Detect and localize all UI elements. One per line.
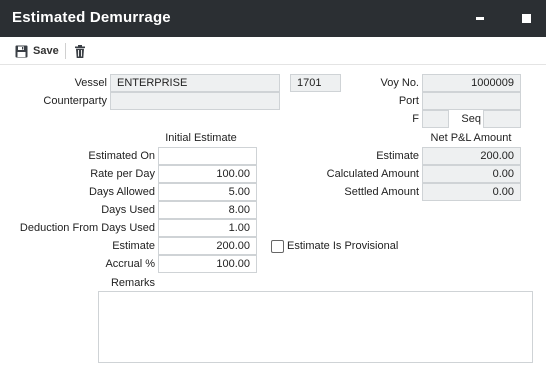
calculated-amount-label: Calculated Amount (326, 168, 419, 180)
toolbar: Save (0, 37, 546, 65)
window-title: Estimated Demurrage (12, 9, 171, 26)
deduction-label: Deduction From Days Used (19, 222, 155, 234)
initial-estimate-header: Initial Estimate (165, 132, 237, 144)
calculated-amount-field[interactable]: 0.00 (422, 165, 521, 183)
days-allowed-field[interactable]: 5.00 (158, 183, 257, 201)
remarks-textarea[interactable] (98, 291, 533, 363)
estimate-label: Estimate (112, 240, 155, 252)
save-button[interactable]: Save (15, 43, 59, 59)
seq-field[interactable] (483, 110, 521, 128)
deduction-field[interactable]: 1.00 (158, 219, 257, 237)
estimated-on-field[interactable] (158, 147, 257, 165)
save-label: Save (33, 45, 59, 57)
title-bar: Estimated Demurrage (0, 0, 546, 37)
port-field[interactable] (422, 92, 521, 110)
counterparty-field[interactable] (110, 92, 280, 110)
f-label: F (412, 113, 419, 125)
voy-no-label: Voy No. (380, 77, 419, 89)
counterparty-label: Counterparty (43, 95, 107, 107)
vessel-name-field[interactable]: ENTERPRISE (110, 74, 280, 92)
rate-per-day-field[interactable]: 100.00 (158, 165, 257, 183)
provisional-label: Estimate Is Provisional (287, 240, 399, 252)
days-used-label: Days Used (101, 204, 155, 216)
net-pl-header: Net P&L Amount (430, 132, 512, 144)
days-used-field[interactable]: 8.00 (158, 201, 257, 219)
estimate-field[interactable]: 200.00 (158, 237, 257, 255)
settled-amount-field[interactable]: 0.00 (422, 183, 521, 201)
toolbar-divider (65, 43, 66, 59)
f-field[interactable] (422, 110, 449, 128)
accrual-label: Accrual % (105, 258, 155, 270)
trash-icon (74, 44, 86, 58)
net-estimate-field[interactable]: 200.00 (422, 147, 521, 165)
seq-label: Seq (461, 113, 481, 125)
settled-amount-label: Settled Amount (344, 186, 419, 198)
vessel-label: Vessel (74, 77, 107, 89)
rate-per-day-label: Rate per Day (90, 168, 155, 180)
net-estimate-label: Estimate (376, 150, 419, 162)
days-allowed-label: Days Allowed (88, 186, 155, 198)
port-label: Port (398, 95, 419, 107)
minimize-icon[interactable] (472, 10, 488, 26)
accrual-field[interactable]: 100.00 (158, 255, 257, 273)
remarks-label: Remarks (110, 277, 155, 289)
voy-no-field[interactable]: 1000009 (422, 74, 521, 92)
provisional-checkbox[interactable] (271, 240, 284, 253)
floppy-disk-icon (15, 45, 28, 58)
delete-button[interactable] (74, 43, 86, 59)
estimated-on-label: Estimated On (88, 150, 155, 162)
maximize-icon[interactable] (518, 10, 534, 26)
vessel-code-field[interactable]: 1701 (290, 74, 341, 92)
